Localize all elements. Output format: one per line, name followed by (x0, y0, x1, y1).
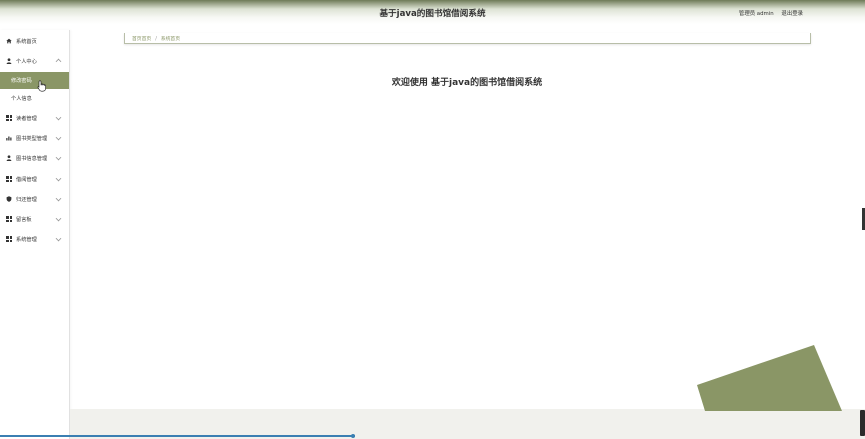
sidebar-item-label: 归还管理 (16, 197, 37, 203)
breadcrumb-home-link[interactable]: 首页首页 (132, 37, 151, 42)
grid-icon (6, 176, 12, 182)
sidebar-item-label: 个人中心 (16, 59, 37, 65)
chevron-down-icon (55, 134, 62, 141)
home-icon (6, 38, 12, 44)
sidebar-subitem-label: 个人信息 (11, 96, 32, 102)
chevron-down-icon (55, 175, 62, 182)
sidebar-item-book-type-management[interactable]: 图书类型管理 (0, 129, 69, 147)
sidebar-item-label: 借阅管理 (16, 177, 37, 183)
sidebar-item-home[interactable]: 系统首页 (0, 32, 69, 50)
user-icon (6, 58, 12, 64)
top-header: 基于java的图书馆借阅系统 管理员 admin 退出登录 (0, 0, 865, 24)
welcome-heading: 欢迎使用 基于java的图书馆借阅系统 (391, 78, 543, 88)
sidebar-subitem-label: 修改密码 (11, 78, 32, 84)
horizontal-scrollbar[interactable] (0, 435, 355, 437)
chevron-up-icon (55, 58, 62, 65)
sidebar-item-personal-center[interactable]: 个人中心 (0, 52, 69, 70)
decorative-shape (697, 345, 842, 411)
sidebar-item-label: 图书类型管理 (16, 136, 48, 142)
sidebar-item-book-info-management[interactable]: 图书信息管理 (0, 149, 69, 167)
sidebar-subitem-personal-info[interactable]: 个人信息 (0, 90, 69, 107)
sidebar-item-label: 系统首页 (16, 39, 37, 45)
grid-icon (6, 115, 12, 121)
side-tab-handle[interactable] (860, 410, 865, 436)
sidebar-item-return-management[interactable]: 归还管理 (0, 190, 69, 208)
chevron-down-icon (55, 154, 62, 161)
sidebar-item-label: 图书信息管理 (16, 156, 48, 162)
current-user-label: 管理员 admin (738, 11, 774, 17)
grid-icon (6, 216, 12, 222)
scrollbar-thumb[interactable] (351, 434, 355, 438)
chevron-down-icon (55, 114, 62, 121)
chevron-down-icon (55, 195, 62, 202)
user-icon (6, 155, 12, 161)
sidebar-item-reader-management[interactable]: 读者管理 (0, 109, 69, 127)
sidebar-subitem-change-password[interactable]: 修改密码 (0, 72, 69, 89)
grid-icon (6, 236, 12, 242)
chevron-down-icon (55, 215, 62, 222)
bar-chart-icon (6, 135, 12, 141)
sidebar-item-message-board[interactable]: 留言板 (0, 210, 69, 228)
breadcrumb-separator: / (155, 37, 157, 42)
logout-link[interactable]: 退出登录 (781, 11, 803, 17)
chevron-down-icon (55, 235, 62, 242)
sidebar: 系统首页 个人中心 修改密码 个人信息 读者管理 图书类型管理 图书信息管理 借… (0, 30, 70, 439)
hand-cursor-icon (37, 80, 46, 92)
breadcrumb-current: 系统首页 (160, 37, 181, 42)
sidebar-item-system-management[interactable]: 系统管理 (0, 230, 69, 248)
sidebar-item-label: 读者管理 (16, 116, 37, 122)
breadcrumb: 首页首页 / 系统首页 (124, 33, 811, 44)
sidebar-item-label: 系统管理 (16, 237, 37, 243)
sidebar-item-label: 留言板 (16, 217, 32, 223)
app-title: 基于java的图书馆借阅系统 (379, 9, 486, 19)
sidebar-item-borrow-management[interactable]: 借阅管理 (0, 170, 69, 188)
shield-icon (6, 196, 12, 202)
header-user-area: 管理员 admin 退出登录 (739, 9, 803, 17)
